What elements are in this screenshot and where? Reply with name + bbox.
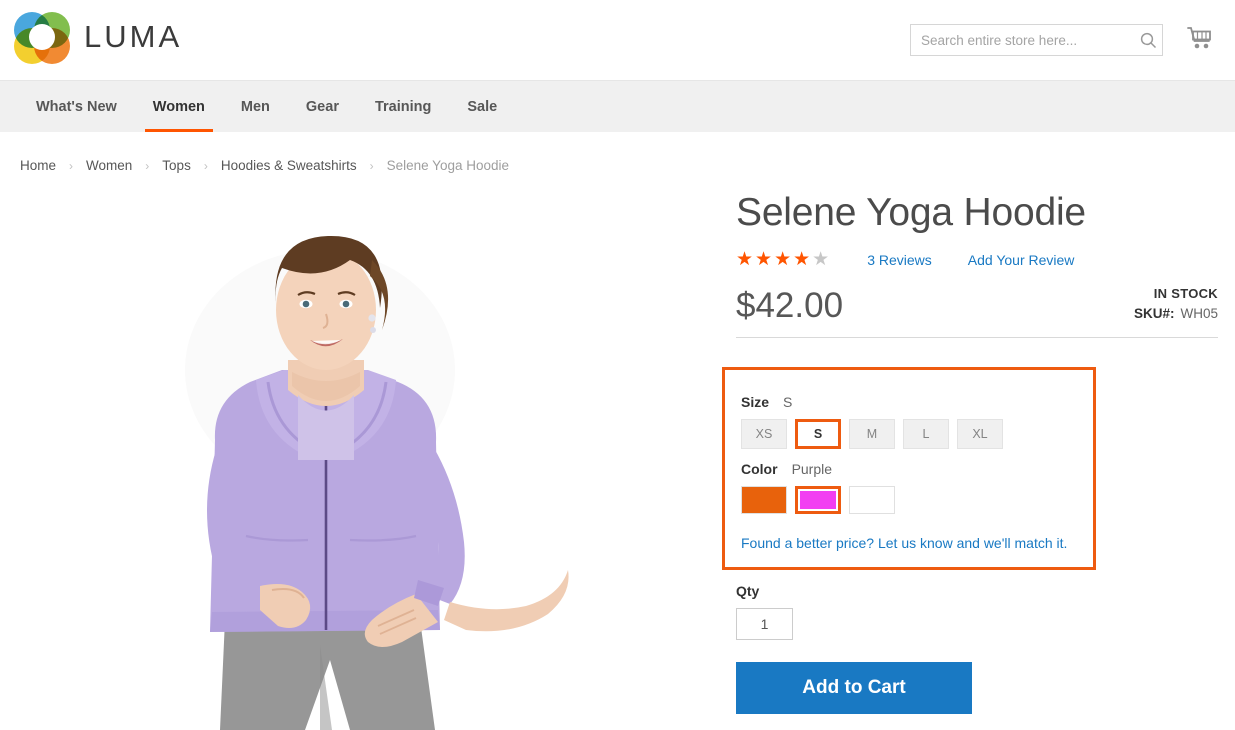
size-selected-value: S [783, 394, 793, 410]
search-box[interactable] [910, 24, 1163, 56]
brand-name: LUMA [84, 19, 183, 54]
breadcrumb: Home › Women › Tops › Hoodies & Sweatshi… [20, 158, 509, 173]
price-and-stock: $42.00 IN STOCK SKU#: WH05 [736, 286, 1218, 325]
price-match-link[interactable]: Found a better price? Let us know and we… [741, 535, 1077, 551]
search-input[interactable] [911, 25, 1134, 55]
breadcrumb-separator: › [369, 158, 374, 173]
size-swatch-xs[interactable]: XS [741, 419, 787, 449]
product-page: LUMA What's New W [0, 0, 1235, 730]
luma-flower-logo-icon [14, 11, 70, 64]
product-price: $42.00 [736, 286, 844, 325]
star-rating-icon: ★★★★★ [736, 250, 831, 269]
breadcrumb-separator: › [145, 158, 150, 173]
search-icon[interactable] [1134, 25, 1162, 55]
breadcrumb-item-women[interactable]: Women [86, 158, 132, 173]
color-swatch-purple[interactable] [795, 486, 841, 514]
breadcrumb-item-tops[interactable]: Tops [162, 158, 191, 173]
color-selected-value: Purple [791, 461, 833, 477]
product-image[interactable] [20, 190, 710, 730]
site-header: LUMA [0, 0, 1235, 80]
size-swatch-xl[interactable]: XL [957, 419, 1003, 449]
size-swatch-s[interactable]: S [795, 419, 841, 449]
sku-value: WH05 [1180, 306, 1218, 321]
size-swatch-l[interactable]: L [903, 419, 949, 449]
nav-item-gear[interactable]: Gear [288, 81, 357, 132]
quantity-stepper[interactable] [736, 608, 793, 640]
nav-item-training[interactable]: Training [357, 81, 449, 132]
rating-summary: ★★★★★ 3 Reviews Add Your Review [736, 250, 1218, 269]
quantity-block: Qty [736, 583, 793, 640]
info-divider [736, 337, 1218, 338]
size-swatch-group: XS S M L XL [741, 419, 1077, 449]
add-to-cart-button[interactable]: Add to Cart [736, 662, 972, 714]
breadcrumb-item-hoodies-sweatshirts[interactable]: Hoodies & Sweatshirts [221, 158, 357, 173]
stars-filled: ★★★★ [736, 249, 813, 270]
nav-item-sale[interactable]: Sale [449, 81, 515, 132]
color-swatch-orange[interactable] [741, 486, 787, 514]
nav-item-women[interactable]: Women [135, 81, 223, 132]
site-logo[interactable]: LUMA [14, 11, 183, 64]
product-image-gallery[interactable] [20, 190, 710, 730]
page-title: Selene Yoga Hoodie [736, 191, 1086, 234]
sku-row: SKU#: WH05 [1134, 306, 1218, 321]
breadcrumb-separator: › [69, 158, 74, 173]
breadcrumb-item-current: Selene Yoga Hoodie [386, 158, 510, 173]
shopping-cart-icon[interactable] [1185, 25, 1217, 55]
add-review-link[interactable]: Add Your Review [968, 252, 1075, 268]
sku-label: SKU#: [1133, 306, 1175, 321]
breadcrumb-separator: › [203, 158, 208, 173]
breadcrumb-item-home[interactable]: Home [20, 158, 56, 173]
qty-label: Qty [736, 583, 760, 599]
size-swatch-m[interactable]: M [849, 419, 895, 449]
size-label-row: Size S [741, 394, 1077, 410]
size-label: Size [741, 394, 770, 410]
color-label: Color [741, 461, 778, 477]
stars-empty: ★ [812, 249, 832, 270]
nav-item-whats-new[interactable]: What's New [18, 81, 135, 132]
nav-item-men[interactable]: Men [223, 81, 288, 132]
color-swatch-group [741, 486, 1077, 514]
product-info: Selene Yoga Hoodie ★★★★★ 3 Reviews Add Y… [736, 190, 1218, 338]
color-swatch-white[interactable] [849, 486, 895, 514]
color-label-row: Color Purple [741, 461, 1077, 477]
reviews-count-link[interactable]: 3 Reviews [867, 252, 932, 268]
product-options-highlight-box: Size S XS S M L XL Color Purple Found a … [722, 367, 1096, 570]
stock-info: IN STOCK SKU#: WH05 [1134, 286, 1218, 325]
main-navigation: What's New Women Men Gear Training Sale [0, 80, 1235, 132]
status-badge: IN STOCK [1153, 286, 1218, 301]
